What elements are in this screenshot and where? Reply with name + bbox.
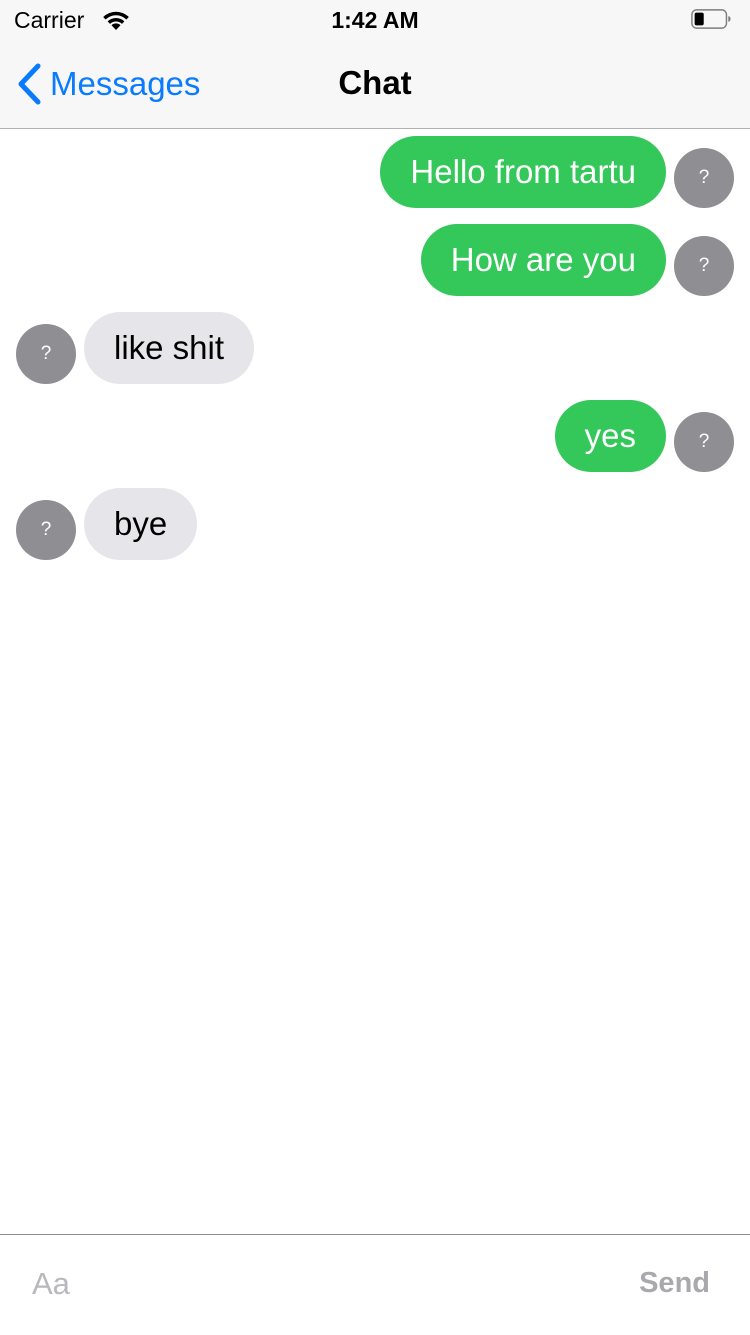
message-bubble-incoming[interactable]: like shit (84, 312, 255, 384)
avatar[interactable]: ? (16, 500, 76, 560)
page-title: Chat (338, 64, 412, 101)
message-bubble-incoming[interactable]: bye (84, 488, 198, 560)
message-input[interactable] (30, 1261, 594, 1307)
navigation-bar: Messages Chat (0, 40, 750, 129)
avatar[interactable]: ? (674, 236, 734, 296)
avatar[interactable]: ? (674, 148, 734, 208)
message-list[interactable]: Hello from tartu ? How are you ? like sh… (0, 129, 750, 1234)
message-row: How are you ? (0, 224, 750, 304)
message-bubble-outgoing[interactable]: How are you (420, 224, 666, 296)
message-row: bye ? (0, 488, 750, 568)
battery-icon (691, 9, 731, 29)
message-input-bar: Send (0, 1234, 750, 1335)
avatar[interactable]: ? (674, 412, 734, 472)
message-bubble-outgoing[interactable]: yes (554, 400, 666, 472)
message-row: Hello from tartu ? (0, 136, 750, 216)
send-button[interactable]: Send (639, 1267, 710, 1300)
message-row: yes ? (0, 400, 750, 480)
avatar[interactable]: ? (16, 324, 76, 384)
status-time: 1:42 AM (331, 7, 419, 33)
status-bar: Carrier 1:42 AM (0, 0, 750, 40)
message-bubble-outgoing[interactable]: Hello from tartu (380, 136, 666, 208)
message-row: like shit ? (0, 312, 750, 392)
